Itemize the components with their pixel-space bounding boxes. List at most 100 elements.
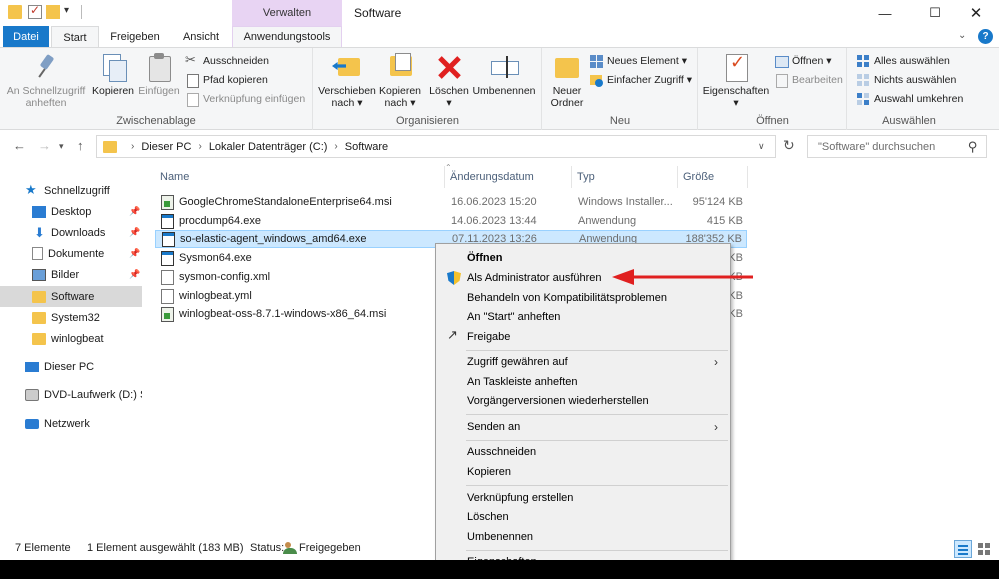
file-row[interactable]: GoogleChromeStandaloneEnterprise64.msi 1… (155, 193, 747, 211)
edit-button[interactable]: Bearbeiten (774, 71, 843, 89)
new-folder-icon[interactable] (46, 5, 60, 19)
column-header-size[interactable]: Größe (678, 166, 748, 188)
tab-anwendungstools[interactable]: Anwendungstools (232, 26, 342, 47)
new-folder-icon (552, 52, 582, 82)
navigation-pane: Schnellzugriff Desktop 📌 Downloads 📌 Dok… (0, 170, 145, 535)
menu-item-delete[interactable]: Löschen (438, 507, 728, 527)
new-item-button[interactable]: Neues Element ▾ (589, 52, 687, 70)
delete-button[interactable]: Löschen ▾ (427, 52, 471, 109)
button-label: Neuer (552, 85, 582, 97)
msi-icon (161, 194, 174, 210)
breadcrumb-item[interactable]: Lokaler Datenträger (C:) (209, 141, 328, 153)
close-button[interactable]: ✕ (953, 0, 999, 26)
chevron-right-icon[interactable]: › (334, 141, 337, 152)
address-bar[interactable]: › Dieser PC › Lokaler Datenträger (C:) ›… (96, 135, 776, 158)
pictures-icon (32, 268, 46, 281)
sidebar-item-network[interactable]: Netzwerk (0, 413, 142, 434)
collapse-ribbon-icon[interactable]: ⌄ (958, 30, 966, 41)
large-icons-view-icon[interactable] (975, 540, 993, 558)
sidebar-item-documents[interactable]: Dokumente 📌 (0, 243, 142, 264)
breadcrumb-item[interactable]: Software (345, 141, 388, 153)
group-label: Öffnen (756, 115, 789, 127)
documents-icon (32, 247, 43, 260)
button-label: anheften (25, 97, 67, 109)
menu-item-grant-access[interactable]: Zugriff gewähren auf › (438, 352, 728, 372)
search-input[interactable]: "Software" durchsuchen ⚲ (807, 135, 987, 158)
customize-toolbar-chevron-icon[interactable]: ▾ (64, 5, 69, 16)
recent-locations-chevron-icon[interactable]: ▾ (59, 141, 64, 152)
tab-datei[interactable]: Datei (3, 26, 49, 47)
menu-item-restore-versions[interactable]: Vorgängerversionen wiederherstellen (438, 391, 728, 411)
new-folder-button[interactable]: Neuer Ordner (547, 52, 587, 109)
address-dropdown-chevron-icon[interactable]: ∨ (758, 141, 765, 152)
tab-ansicht[interactable]: Ansicht (176, 26, 226, 47)
pin-quick-access-button[interactable]: An Schnellzugriff anheften (6, 52, 86, 109)
menu-item-share[interactable]: Freigabe (438, 327, 728, 347)
chevron-right-icon[interactable]: › (198, 141, 201, 152)
rename-button[interactable]: Umbenennen (472, 52, 536, 97)
folder-icon[interactable] (8, 5, 22, 19)
menu-item-copy[interactable]: Kopieren (438, 462, 728, 482)
invert-selection-button[interactable]: Auswahl umkehren (856, 90, 963, 108)
shortcut-icon (185, 92, 199, 107)
sidebar-item-system32[interactable]: System32 (0, 307, 142, 328)
menu-divider (466, 350, 728, 351)
paste-button[interactable]: Einfügen (137, 52, 181, 97)
details-view-icon[interactable] (954, 540, 972, 558)
open-button[interactable]: Öffnen ▾ (774, 52, 832, 70)
sidebar-item-label: Dieser PC (44, 360, 95, 373)
sidebar-item-winlogbeat[interactable]: winlogbeat (0, 328, 142, 349)
file-name: procdump64.exe (179, 215, 261, 227)
sidebar-item-quick-access[interactable]: Schnellzugriff (0, 180, 142, 201)
forward-arrow-icon[interactable]: → (38, 138, 51, 153)
context-menu: Öffnen Als Administrator ausführen Behan… (435, 243, 731, 573)
help-icon[interactable]: ? (978, 29, 993, 44)
up-arrow-icon[interactable]: ↑ (77, 138, 84, 153)
sidebar-item-software[interactable]: Software (0, 286, 142, 307)
sidebar-item-label: Dokumente (48, 247, 105, 260)
back-arrow-icon[interactable]: ← (13, 138, 26, 153)
maximize-button[interactable]: ☐ (912, 0, 958, 26)
copy-to-icon (385, 52, 415, 82)
easy-access-button[interactable]: Einfacher Zugriff ▾ (589, 71, 692, 89)
sidebar-item-desktop[interactable]: Desktop 📌 (0, 201, 142, 222)
sidebar-item-downloads[interactable]: Downloads 📌 (0, 222, 142, 243)
copy-button[interactable]: Kopieren (90, 52, 136, 97)
ribbon-tabs: Datei Start Freigeben Ansicht Anwendungs… (0, 26, 999, 48)
column-header-name[interactable]: Name (155, 166, 445, 188)
cut-button[interactable]: Ausschneiden (185, 52, 269, 70)
button-label: Verknüpfung einfügen (203, 93, 306, 105)
properties-icon[interactable] (28, 3, 42, 19)
menu-item-send-to[interactable]: Senden an › (438, 417, 728, 437)
copy-to-button[interactable]: Kopieren nach ▾ (376, 52, 424, 109)
menu-item-open[interactable]: Öffnen (438, 248, 728, 268)
file-date: 14.06.2023 13:44 (451, 215, 537, 227)
search-icon[interactable]: ⚲ (968, 139, 978, 155)
refresh-icon[interactable]: ↻ (783, 137, 795, 154)
file-name: so-elastic-agent_windows_amd64.exe (180, 233, 367, 245)
paste-shortcut-button[interactable]: Verknüpfung einfügen (185, 90, 305, 108)
menu-item-compatibility[interactable]: Behandeln von Kompatibilitätsproblemen (438, 288, 728, 308)
sidebar-item-label: winlogbeat (51, 332, 104, 345)
menu-item-pin-start[interactable]: An "Start" anheften (438, 307, 728, 327)
properties-button[interactable]: Eigenschaften ▾ (701, 52, 771, 109)
sidebar-item-dvd-drive[interactable]: DVD-Laufwerk (D:) SS (0, 384, 142, 405)
select-all-button[interactable]: Alles auswählen (856, 52, 950, 70)
tab-freigeben[interactable]: Freigeben (104, 26, 166, 47)
menu-item-create-shortcut[interactable]: Verknüpfung erstellen (438, 488, 728, 508)
sidebar-item-this-pc[interactable]: Dieser PC (0, 356, 142, 377)
minimize-button[interactable]: — (862, 0, 908, 26)
sidebar-item-pictures[interactable]: Bilder 📌 (0, 264, 142, 285)
move-to-button[interactable]: Verschieben nach ▾ (318, 52, 376, 109)
chevron-right-icon[interactable]: › (131, 141, 134, 152)
menu-item-cut[interactable]: Ausschneiden (438, 442, 728, 462)
copy-path-button[interactable]: Pfad kopieren (185, 71, 268, 89)
file-row[interactable]: procdump64.exe 14.06.2023 13:44 Anwendun… (155, 212, 747, 230)
ribbon: An Schnellzugriff anheften Kopieren Einf… (0, 47, 999, 130)
tab-start[interactable]: Start (51, 26, 99, 48)
column-header-date[interactable]: Änderungsdatum (445, 166, 572, 188)
column-header-type[interactable]: Typ (572, 166, 678, 188)
select-none-button[interactable]: Nichts auswählen (856, 71, 956, 89)
breadcrumb-item[interactable]: Dieser PC (141, 141, 191, 153)
menu-item-pin-taskbar[interactable]: An Taskleiste anheften (438, 372, 728, 392)
